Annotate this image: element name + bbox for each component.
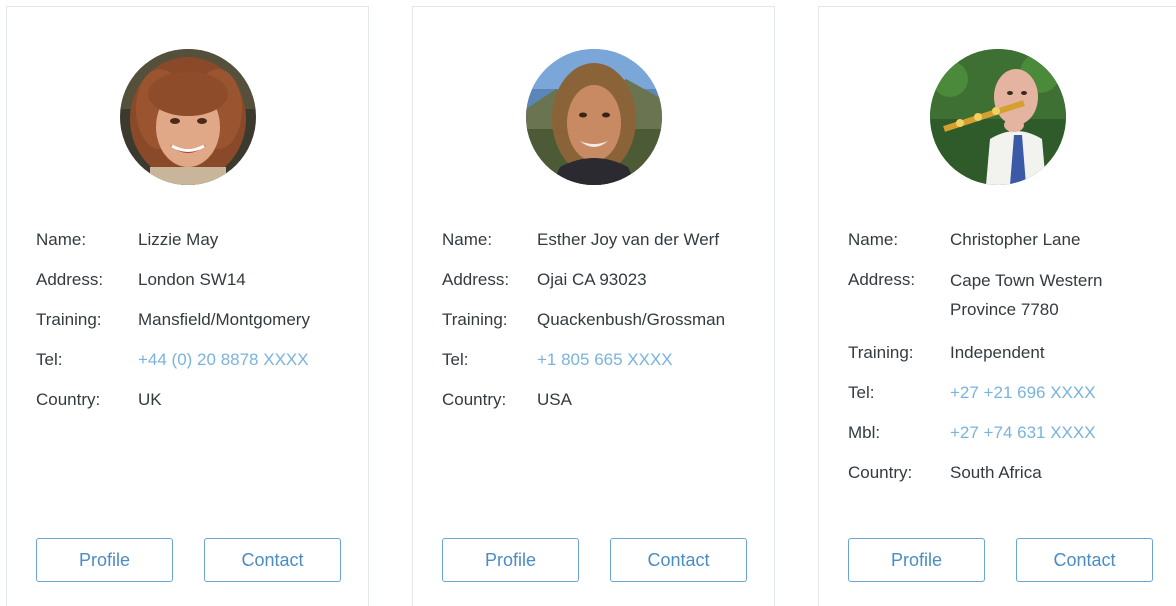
detail-row-mobile: Mbl: +27 +74 631 XXXX [848,422,1166,444]
avatar [119,49,256,185]
field-value: Esther Joy van der Werf [537,230,720,249]
field-value: Cape Town Western Province 7780 [950,271,1103,319]
field-label: Tel: [848,383,875,402]
detail-row-training: Training: Independent [848,342,1166,364]
detail-row-tel: Tel: +1 805 665 XXXX [442,349,764,371]
field-value: London SW14 [138,270,246,289]
field-label: Tel: [36,350,63,369]
avatar [929,49,1066,185]
field-value: Ojai CA 93023 [537,270,647,289]
detail-row-country: Country: South Africa [848,462,1166,484]
member-card: Name: Esther Joy van der Werf Address: O… [412,6,775,606]
field-value: South Africa [950,463,1042,482]
field-value: Christopher Lane [950,230,1081,249]
detail-row-address: Address: Ojai CA 93023 [442,269,764,291]
detail-row-training: Training: Quackenbush/Grossman [442,309,764,331]
detail-row-training: Training: Mansfield/Montgomery [36,309,358,331]
detail-row-name: Name: Esther Joy van der Werf [442,229,764,251]
contact-button[interactable]: Contact [610,538,747,582]
member-details: Name: Christopher Lane Address: Cape Tow… [848,229,1166,502]
field-value: USA [537,390,572,409]
detail-row-name: Name: Christopher Lane [848,229,1166,251]
field-label: Name: [442,230,493,249]
tel-link[interactable]: +27 +21 696 XXXX [950,382,1096,404]
detail-row-address: Address: Cape Town Western Province 7780 [848,269,1166,324]
field-label: Training: [36,310,102,329]
detail-row-country: Country: USA [442,389,764,411]
tel-link[interactable]: +44 (0) 20 8878 XXXX [138,349,309,371]
detail-row-tel: Tel: +44 (0) 20 8878 XXXX [36,349,358,371]
field-label: Training: [442,310,508,329]
field-label: Mbl: [848,423,881,442]
detail-row-address: Address: London SW14 [36,269,358,291]
field-value: Mansfield/Montgomery [138,310,310,329]
field-label: Name: [36,230,87,249]
field-label: Training: [848,343,914,362]
member-card: Name: Christopher Lane Address: Cape Tow… [818,6,1176,606]
member-details: Name: Esther Joy van der Werf Address: O… [442,229,764,429]
member-cards: Name: Lizzie May Address: London SW14 Tr… [0,0,1176,606]
contact-button[interactable]: Contact [1016,538,1153,582]
field-value: Independent [950,343,1045,362]
detail-row-name: Name: Lizzie May [36,229,358,251]
member-details: Name: Lizzie May Address: London SW14 Tr… [36,229,358,429]
field-label: Country: [442,390,507,409]
profile-button[interactable]: Profile [848,538,985,582]
profile-button[interactable]: Profile [36,538,173,582]
member-card: Name: Lizzie May Address: London SW14 Tr… [6,6,369,606]
field-label: Country: [36,390,101,409]
field-label: Country: [848,463,913,482]
tel-link[interactable]: +1 805 665 XXXX [537,349,673,371]
field-label: Address: [442,270,510,289]
field-label: Tel: [442,350,469,369]
detail-row-country: Country: UK [36,389,358,411]
field-value: Quackenbush/Grossman [537,310,726,329]
field-label: Name: [848,230,899,249]
field-label: Address: [848,270,916,289]
avatar [525,49,662,185]
field-label: Address: [36,270,104,289]
mobile-link[interactable]: +27 +74 631 XXXX [950,422,1096,444]
detail-row-tel: Tel: +27 +21 696 XXXX [848,382,1166,404]
contact-button[interactable]: Contact [204,538,341,582]
profile-button[interactable]: Profile [442,538,579,582]
field-value: UK [138,390,162,409]
field-value: Lizzie May [138,230,219,249]
